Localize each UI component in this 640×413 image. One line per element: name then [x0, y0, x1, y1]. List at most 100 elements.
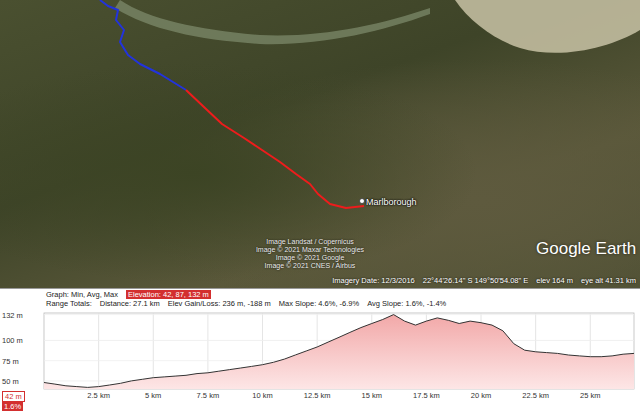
attribution-line: Image Landsat / Copernicus — [240, 238, 380, 246]
cursor-coordinates: 22°44'26.14" S 149°50'54.08" E — [423, 276, 529, 286]
google-earth-logo: Google Earth — [536, 236, 636, 262]
elevation-segment — [448, 320, 459, 323]
grid-line — [98, 313, 99, 389]
elevation-segment — [55, 384, 66, 386]
x-axis-tick: 17.5 km — [413, 391, 440, 400]
elevation-segment — [547, 352, 558, 354]
elevation-segment — [459, 321, 470, 323]
satellite-map[interactable]: MarlboroughImage Landsat / CopernicusIma… — [0, 0, 640, 288]
elevation-segment — [579, 355, 590, 357]
x-axis-tick: 7.5 km — [197, 391, 220, 400]
x-axis-tick: 2.5 km — [87, 391, 110, 400]
attribution-line: Image © 2021 Google — [240, 254, 380, 262]
elevation-segment — [514, 344, 525, 351]
elevation-readout: elev 164 m — [536, 276, 573, 286]
elevation-segment — [77, 386, 88, 388]
range-total: Distance: 27.1 km — [100, 299, 160, 308]
imagery-attribution: Image Landsat / CopernicusImage © 2021 M… — [240, 238, 380, 270]
elevation-segment — [339, 332, 350, 337]
y-axis-tick: 100 m — [2, 336, 23, 345]
elevation-segment — [175, 375, 186, 377]
elevation-segment — [44, 383, 55, 385]
elevation-segment — [481, 323, 492, 325]
elevation-segment — [426, 318, 437, 321]
min-elevation-marker: 42 m — [2, 391, 25, 402]
elevation-segment — [525, 350, 536, 352]
elevation-area — [44, 315, 634, 389]
elevation-segment — [241, 366, 252, 368]
elevation-segment — [186, 374, 197, 376]
elevation-segment — [590, 356, 601, 357]
route-line — [186, 90, 364, 208]
eye-altitude: eye alt 41.31 km — [581, 276, 636, 286]
status-bar: Imagery Date: 12/3/2016 22°44'26.14" S 14… — [332, 276, 636, 286]
elevation-chart[interactable]: 132 m 100 m 75 m 50 m 2.5 km 5 km 7.5 km 10 km 1… — [0, 309, 640, 413]
elevation-segment — [66, 385, 77, 387]
elevation-segment — [470, 321, 481, 323]
x-axis-tick: 25 km — [580, 391, 600, 400]
google-earth-window: MarlboroughImage Landsat / CopernicusIma… — [0, 0, 640, 413]
elevation-segment — [121, 381, 132, 383]
imagery-date: Imagery Date: 12/3/2016 — [332, 276, 415, 286]
range-total: Range Totals: — [46, 299, 92, 308]
elevation-segment — [131, 379, 142, 381]
x-axis-tick: 22.5 km — [522, 391, 549, 400]
elevation-segment — [568, 355, 579, 357]
river-area — [115, 0, 430, 44]
elevation-segment — [558, 353, 569, 355]
elevation-segment — [153, 376, 164, 378]
elevation-series — [44, 315, 634, 388]
place-label: Marlborough — [366, 196, 417, 210]
elevation-profile-panel: Graph: Min, Avg, Max Elevation: 42, 87, 1… — [0, 288, 640, 413]
range-totals-row: Range Totals: Distance: 27.1 km Elev Gain/… — [46, 299, 636, 308]
attribution-line: Image © 2021 CNES / Airbus — [240, 262, 380, 270]
elevation-segment — [197, 372, 208, 374]
x-axis-tick: 15 km — [362, 391, 382, 400]
elevation-segment — [383, 315, 394, 320]
elevation-segment — [295, 351, 306, 355]
range-total: Elev Gain/Loss: 236 m, -188 m — [168, 299, 271, 308]
summary-value: Elevation: 42, 87, 132 m — [126, 290, 211, 299]
elevation-segment — [328, 337, 339, 342]
attribution-line: Image © 2021 Maxar Technologies — [240, 246, 380, 254]
place-pin-icon — [360, 199, 365, 204]
summary-label: Graph: Min, Avg, Max — [46, 290, 118, 299]
elevation-segment — [350, 328, 361, 333]
elevation-segment — [164, 376, 175, 378]
x-axis-tick: 5 km — [145, 391, 161, 400]
profile-header: Graph: Min, Avg, Max Elevation: 42, 87, 1… — [0, 289, 640, 309]
range-total: Max Slope: 4.6%, -6.9% — [279, 299, 359, 308]
elevation-segment — [110, 383, 121, 385]
elevation-segment — [284, 355, 295, 359]
elevation-segment — [99, 385, 110, 387]
y-axis-tick: 75 m — [2, 356, 19, 365]
elevation-segment — [208, 371, 219, 373]
elevation-segment — [230, 368, 241, 370]
elevation-segment — [623, 353, 634, 355]
x-axis-tick: 20 km — [471, 391, 491, 400]
lake-area — [455, 0, 640, 53]
y-axis-tick: 50 m — [2, 376, 19, 385]
elevation-segment — [437, 318, 448, 320]
elevation-segment — [394, 315, 405, 322]
elevation-segment — [88, 386, 99, 388]
elevation-segment — [503, 331, 514, 344]
x-axis-tick: 12.5 km — [304, 391, 331, 400]
plot-frame — [44, 313, 634, 389]
elevation-segment — [361, 324, 372, 328]
elevation-segment — [306, 347, 317, 351]
summary-row: Graph: Min, Avg, Max Elevation: 42, 87, 1… — [46, 290, 636, 299]
elevation-segment — [492, 325, 503, 331]
elevation-segment — [252, 365, 263, 367]
x-axis-tick: 10 km — [252, 391, 272, 400]
elevation-segment — [612, 354, 623, 356]
elevation-segment — [372, 320, 383, 324]
elevation-segment — [416, 321, 427, 325]
elevation-segment — [536, 351, 547, 353]
y-axis-tick: 132 m — [2, 310, 23, 319]
elevation-segment — [263, 362, 274, 364]
route-line — [100, 0, 186, 90]
grid-line — [44, 314, 634, 315]
slope-marker: 1.6% — [2, 402, 23, 411]
elevation-segment — [601, 355, 612, 357]
